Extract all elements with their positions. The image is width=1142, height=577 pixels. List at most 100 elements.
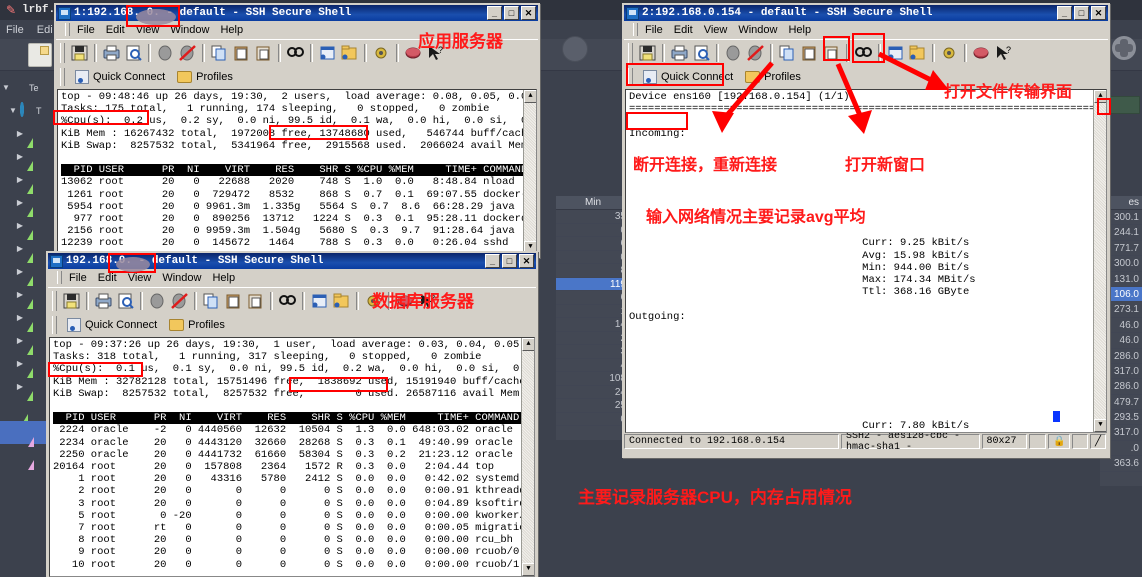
save-icon[interactable] — [637, 43, 658, 63]
menu-file[interactable]: File — [69, 272, 87, 284]
file-transfer-icon[interactable] — [339, 43, 360, 63]
tree-item[interactable]: ▶ — [0, 122, 56, 148]
expander-icon[interactable]: ▶ — [16, 152, 24, 161]
expander-icon[interactable]: ▶ — [16, 382, 24, 391]
context-help-icon[interactable]: ? — [993, 43, 1014, 63]
paste-icon[interactable] — [231, 43, 252, 63]
scroll-up-icon[interactable]: ▲ — [524, 90, 536, 103]
print-preview-icon[interactable] — [115, 291, 136, 311]
tree-item[interactable]: ▶ — [0, 145, 56, 171]
save-icon[interactable] — [69, 43, 90, 63]
expander-icon[interactable]: ▼ — [2, 83, 10, 92]
menu-window[interactable]: Window — [738, 24, 777, 36]
new-terminal-icon[interactable] — [317, 43, 338, 63]
maximize-button[interactable]: □ — [504, 6, 519, 20]
window-controls[interactable]: _ □ ✕ — [487, 6, 536, 20]
maximize-button[interactable]: □ — [502, 254, 517, 268]
close-button[interactable]: ✕ — [1091, 6, 1106, 20]
window-controls[interactable]: _ □ ✕ — [485, 254, 534, 268]
close-button[interactable]: ✕ — [521, 6, 536, 20]
print-icon[interactable] — [93, 291, 114, 311]
new-document-button[interactable] — [28, 43, 52, 67]
menu-help[interactable]: Help — [212, 272, 235, 284]
minimize-button[interactable]: _ — [1057, 6, 1072, 20]
settings-icon[interactable] — [371, 43, 392, 63]
scrollbar-track[interactable] — [1094, 103, 1106, 419]
quick-connect-button[interactable]: Quick Connect — [71, 68, 169, 86]
menu-view[interactable]: View — [128, 272, 152, 284]
move-handle-icon[interactable] — [1112, 36, 1136, 60]
connect-icon[interactable] — [155, 43, 176, 63]
resize-grip-icon[interactable]: ╱ — [1090, 434, 1106, 449]
expander-icon[interactable]: ▶ — [16, 175, 24, 184]
menu-file[interactable]: File — [77, 24, 95, 36]
bg-menu-edit[interactable]: Edi — [37, 24, 53, 36]
scroll-up-icon[interactable]: ▲ — [522, 338, 534, 351]
menu-edit[interactable]: Edit — [98, 272, 117, 284]
menu-view[interactable]: View — [704, 24, 728, 36]
tree-item[interactable]: ▼ T — [0, 99, 56, 122]
expander-icon[interactable]: ▶ — [16, 267, 24, 276]
tree-item[interactable]: ▼ Te — [0, 76, 56, 99]
copy-icon[interactable] — [201, 291, 222, 311]
paste-icon[interactable] — [223, 291, 244, 311]
tree-item[interactable]: ▶ — [0, 168, 56, 194]
scrollbar-track[interactable] — [522, 351, 534, 563]
print-icon[interactable] — [101, 43, 122, 63]
terminal-scrollbar[interactable]: ▲ ▼ — [521, 338, 534, 576]
quick-bar-app-server[interactable]: Quick Connect Profiles — [56, 65, 538, 89]
find-icon[interactable] — [277, 291, 298, 311]
print-preview-icon[interactable] — [123, 43, 144, 63]
menu-help[interactable]: Help — [788, 24, 811, 36]
quick-connect-button[interactable]: Quick Connect — [63, 316, 161, 334]
connect-icon[interactable] — [147, 291, 168, 311]
results-table-min-column[interactable]: Min 35 0 6 0 8 119 6 1 14 2 3 4 108 24 2… — [556, 196, 630, 440]
background-round-control[interactable] — [562, 36, 588, 62]
profiles-button[interactable]: Profiles — [173, 69, 237, 85]
menu-edit[interactable]: Edit — [106, 24, 125, 36]
save-icon[interactable] — [61, 291, 82, 311]
expander-icon[interactable]: ▼ — [9, 106, 17, 115]
menu-window[interactable]: Window — [162, 272, 201, 284]
minimize-button[interactable]: _ — [487, 6, 502, 20]
minimize-button[interactable]: _ — [485, 254, 500, 268]
quick-bar-db-server[interactable]: Quick Connect Profiles — [48, 313, 536, 337]
bg-menu-file[interactable]: File — [6, 24, 24, 36]
copy-paste-icon[interactable] — [253, 43, 274, 63]
expander-icon[interactable]: ▶ — [16, 336, 24, 345]
window-controls[interactable]: _ □ ✕ — [1057, 6, 1106, 20]
titlebar-nload[interactable]: 2:192.168.0.154 - default - SSH Secure S… — [624, 5, 1108, 21]
menu-edit[interactable]: Edit — [674, 24, 693, 36]
tree-item-label: T — [36, 105, 42, 116]
menu-help[interactable]: Help — [220, 24, 243, 36]
tree-item[interactable]: ▶ — [0, 214, 56, 240]
terminal-scrollbar[interactable]: ▲ ▼ — [523, 90, 536, 254]
print-icon[interactable] — [669, 43, 690, 63]
profiles-button[interactable]: Profiles — [165, 317, 229, 333]
expander-icon[interactable]: ▶ — [16, 290, 24, 299]
scroll-down-icon[interactable]: ▼ — [1094, 419, 1106, 432]
menu-file[interactable]: File — [645, 24, 663, 36]
terminal-line: top - 09:48:46 up 26 days, 19:30, 2 user… — [61, 91, 534, 103]
copy-paste-icon[interactable] — [245, 291, 266, 311]
copy-icon[interactable] — [209, 43, 230, 63]
disconnect-icon[interactable] — [177, 43, 198, 63]
expander-icon[interactable]: ▶ — [16, 244, 24, 253]
close-button[interactable]: ✕ — [519, 254, 534, 268]
maximize-button[interactable]: □ — [1074, 6, 1089, 20]
terminal-scrollbar[interactable]: ▲ ▼ — [1093, 90, 1106, 432]
expander-icon[interactable]: ▶ — [16, 359, 24, 368]
expander-icon[interactable]: ▶ — [16, 221, 24, 230]
disconnect-icon[interactable] — [169, 291, 190, 311]
expander-icon[interactable]: ▶ — [16, 198, 24, 207]
expander-icon[interactable]: ▶ — [16, 129, 24, 138]
tree-item[interactable]: ▶ — [0, 191, 56, 217]
ramp-icon — [22, 403, 35, 424]
scroll-down-icon[interactable]: ▼ — [522, 563, 534, 576]
scrollbar-track[interactable] — [524, 103, 536, 241]
new-terminal-icon[interactable] — [309, 291, 330, 311]
expander-icon[interactable]: ▶ — [16, 313, 24, 322]
find-icon[interactable] — [285, 43, 306, 63]
file-transfer-icon[interactable] — [331, 291, 352, 311]
